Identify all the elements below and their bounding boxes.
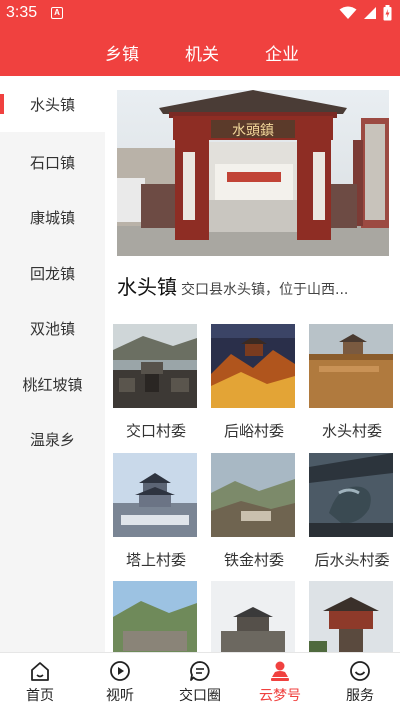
sidebar-item-kangcheng[interactable]: 康城镇 — [0, 189, 105, 245]
village-photo — [309, 581, 393, 652]
category-header: 乡镇 机关 企业 — [0, 28, 400, 76]
sidebar-item-label: 康城镇 — [29, 208, 75, 227]
smile-icon — [350, 661, 370, 681]
nav-yunmeng[interactable]: 云梦号 — [240, 653, 320, 710]
nav-circle[interactable]: 交口圈 — [160, 653, 240, 710]
sidebar-item-label: 回龙镇 — [29, 264, 75, 283]
sidebar-item-wenquan[interactable]: 温泉乡 — [0, 411, 105, 467]
village-photo — [211, 453, 295, 537]
nav-services[interactable]: 服务 — [320, 653, 400, 710]
nav-label: 云梦号 — [259, 688, 301, 704]
sidebar-item-label: 双池镇 — [29, 319, 75, 338]
sidebar-item-shikou[interactable]: 石口镇 — [0, 134, 105, 190]
village-name: 后水头村委 — [314, 551, 390, 569]
tab-towns[interactable]: 乡镇 — [105, 40, 139, 65]
sidebar-item-label: 桃红坡镇 — [22, 375, 83, 394]
village-card-partial-3[interactable] — [309, 581, 397, 652]
status-bar: 3:35 A — [0, 0, 400, 28]
sidebar-item-shuitou[interactable]: 水头镇 — [0, 76, 105, 132]
village-photo — [113, 453, 197, 537]
village-photo — [113, 581, 197, 652]
town-detail: 水頭鎮 水头镇 交口县水头镇，位于山西... 交口村委 后峪村委 水头村委 塔上… — [105, 76, 400, 652]
village-card-tiejin[interactable]: 铁金村委 — [211, 453, 299, 569]
wifi-icon — [339, 6, 357, 19]
status-time: 3:35 — [6, 4, 38, 21]
village-name: 塔上村委 — [125, 551, 186, 569]
sidebar-item-huilong[interactable]: 回龙镇 — [0, 245, 105, 301]
chat-bubble-icon — [190, 661, 210, 681]
nav-label: 视听 — [106, 688, 134, 704]
village-photo — [211, 324, 295, 408]
sidebar-item-label: 温泉乡 — [29, 430, 75, 449]
bottom-nav: 首页 视听 交口圈 云梦号 服务 — [0, 652, 400, 710]
status-icons — [339, 5, 392, 21]
village-card-partial-1[interactable] — [113, 581, 201, 652]
nav-label: 交口圈 — [179, 688, 221, 704]
village-photo — [211, 581, 295, 652]
home-icon — [31, 662, 49, 681]
village-name: 水头村委 — [321, 422, 382, 440]
nav-home[interactable]: 首页 — [0, 653, 80, 710]
village-card-tashang[interactable]: 塔上村委 — [113, 453, 201, 569]
signal-icon — [364, 7, 376, 19]
notification-a-icon: A — [51, 7, 63, 19]
sidebar-item-taohongpo[interactable]: 桃红坡镇 — [0, 356, 105, 412]
town-sidebar: 水头镇 石口镇 康城镇 回龙镇 双池镇 桃红坡镇 温泉乡 — [0, 76, 105, 652]
village-card-shuitou[interactable]: 水头村委 — [309, 324, 397, 440]
tab-agencies[interactable]: 机关 — [185, 40, 219, 65]
sidebar-item-label: 石口镇 — [29, 153, 75, 172]
nav-media[interactable]: 视听 — [80, 653, 160, 710]
village-photo — [309, 453, 393, 537]
village-name: 铁金村委 — [223, 551, 284, 569]
village-card-partial-2[interactable] — [211, 581, 299, 652]
village-card-jiaokou[interactable]: 交口村委 — [113, 324, 201, 440]
town-summary[interactable]: 水头镇 交口县水头镇，位于山西... — [117, 271, 393, 300]
village-name: 后峪村委 — [223, 422, 284, 440]
nav-label: 服务 — [346, 688, 374, 704]
person-stamp-icon — [271, 661, 289, 681]
village-card-houshuitou[interactable]: 后水头村委 — [309, 453, 397, 569]
play-icon — [110, 661, 130, 681]
village-name: 交口村委 — [125, 422, 186, 440]
nav-label: 首页 — [26, 688, 54, 704]
town-name: 水头镇 — [117, 275, 177, 299]
battery-icon — [383, 5, 392, 21]
sidebar-item-label: 水头镇 — [29, 95, 75, 114]
sidebar-item-shuangchi[interactable]: 双池镇 — [0, 300, 105, 356]
village-photo — [309, 324, 393, 408]
village-photo — [113, 324, 197, 408]
town-gate-photo[interactable]: 水頭鎮 — [117, 90, 389, 256]
town-description: 交口县水头镇，位于山西... — [181, 282, 349, 298]
tab-enterprises[interactable]: 企业 — [265, 40, 299, 65]
gate-sign-text: 水頭鎮 — [232, 123, 274, 139]
village-card-houyu[interactable]: 后峪村委 — [211, 324, 299, 440]
